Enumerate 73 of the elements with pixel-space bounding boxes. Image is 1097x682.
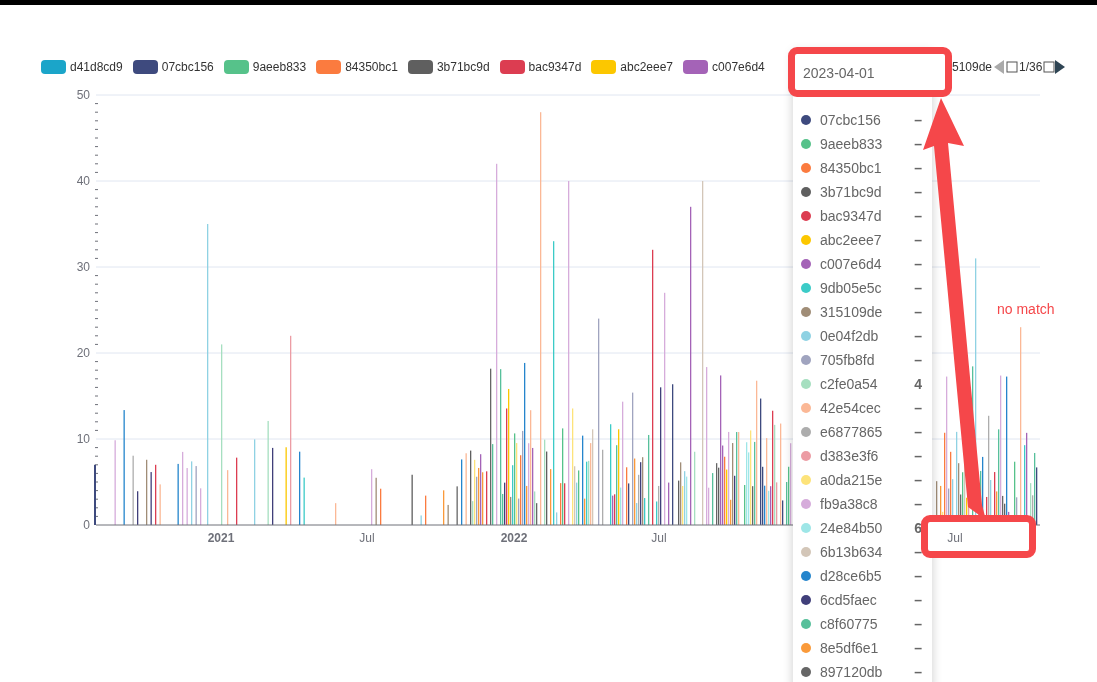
legend-label[interactable]: 07cbc156 [161,59,214,75]
series-value: – [914,542,922,562]
axis-label: 20 [75,346,90,360]
series-value: – [914,326,922,346]
axis-label: 50 [75,88,90,102]
legend-label[interactable]: abc2eee7 [620,59,674,75]
series-name: 705fb8fd [820,350,875,370]
series-name: 8e5df6e1 [820,638,879,658]
tooltip-title: 2023-04-01 [803,64,876,83]
axis-label: 2022 [500,531,528,545]
series-value: 4 [914,374,922,394]
series-value: 6 [914,518,922,538]
series-value: – [914,254,922,274]
series-name: c2fe0a54 [820,374,878,394]
series-value: – [914,446,922,466]
legend-label[interactable]: c007e6d4 [712,59,765,75]
series-name: a0da215e [820,470,883,490]
axis-label: 0 [82,518,90,532]
series-name: c8f60775 [820,614,878,634]
series-value: – [914,182,922,202]
series-name: 42e54cec [820,398,881,418]
series-value: – [914,590,922,610]
series-name: abc2eee7 [820,230,882,250]
axis-label: 2021 [207,531,235,545]
series-value: – [914,278,922,298]
next-page-icon[interactable] [1055,60,1066,74]
series-name: d28ce6b5 [820,566,882,586]
series-name: 9aeeb833 [820,134,883,154]
series-name: 6cd5faec [820,590,877,610]
legend-label[interactable]: 3b71bc9d [436,59,490,75]
series-name: bac9347d [820,206,882,226]
series-name: 84350bc1 [820,158,882,178]
series-name: 897120db [820,662,883,682]
annotation-text: no match [997,300,1055,318]
series-value: – [914,206,922,226]
series-name: 315109de [820,302,883,322]
axis-label: Jul [947,531,963,545]
series-value: – [914,422,922,442]
series-value: – [914,638,922,658]
series-value: – [914,470,922,490]
legend-label[interactable]: d41d8cd9 [70,59,123,75]
axis-label: Jul [359,531,375,545]
series-name: 24e84b50 [820,518,883,538]
axis-label: Jul [651,531,667,545]
series-name: c007e6d4 [820,254,882,274]
legend-label[interactable]: 5109de [952,59,993,75]
page-indicator: 1/36 [1019,59,1043,76]
series-value: – [914,662,922,682]
square-icon[interactable] [1043,61,1056,73]
series-name: 9db05e5c [820,278,882,298]
series-value: – [914,350,922,370]
series-value: – [914,134,922,154]
series-value: – [914,398,922,418]
series-value: – [914,614,922,634]
series-name: 3b71bc9d [820,182,882,202]
legend-label[interactable]: 84350bc1 [345,59,398,75]
series-name: e6877865 [820,422,883,442]
axis-label: 40 [75,174,90,188]
series-value: – [914,566,922,586]
series-name: 6b13b634 [820,542,883,562]
series-name: 07cbc156 [820,110,881,130]
series-value: – [914,494,922,514]
series-name: d383e3f6 [820,446,879,466]
legend-label[interactable]: 9aeeb833 [252,59,307,75]
series-value: – [914,302,922,322]
series-name: fb9a38c8 [820,494,878,514]
series-value: – [914,158,922,178]
legend-label[interactable]: bac9347d [528,59,582,75]
axis-label: 10 [75,432,90,446]
series-value: – [914,230,922,250]
axis-label: 30 [75,260,90,274]
series-name: 0e04f2db [820,326,879,346]
series-value: – [914,110,922,130]
